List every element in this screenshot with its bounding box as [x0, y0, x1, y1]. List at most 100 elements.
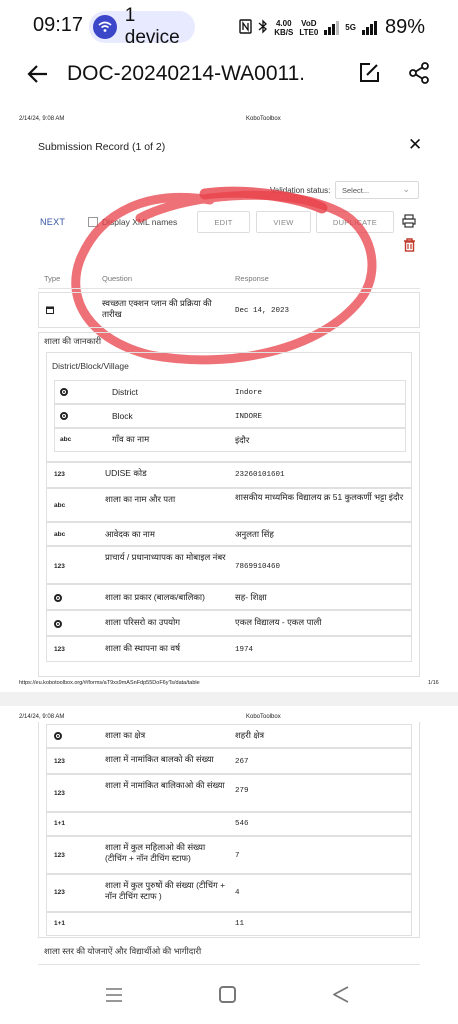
question-est-year: शाला की स्थापना का वर्ष [105, 643, 181, 653]
table-row [46, 522, 412, 546]
edit-button[interactable]: EDIT [197, 211, 250, 233]
print-brand: KoboToolbox [246, 116, 281, 122]
number-type-icon: 123 [54, 563, 65, 570]
response-block: INDORE [235, 413, 263, 421]
nfc-icon [239, 18, 252, 37]
page-gap [0, 692, 458, 706]
response-date: Dec 14, 2023 [235, 307, 290, 315]
question-school-name: शाला का नाम और पता [105, 494, 176, 504]
home-icon[interactable] [219, 986, 236, 1003]
question-female-staff: शाला में कुल महिलाओ की संख्या (टीचिंग + … [105, 842, 206, 863]
document-title: DOC-20240214-WA0011. [67, 62, 303, 85]
response-boys: 267 [235, 758, 249, 766]
response-campus-use: एकल विद्यालय - एकल पाली [235, 617, 322, 627]
question-udise: UDISE कोड [105, 468, 147, 478]
response-girls: 279 [235, 787, 249, 795]
response-school-type: सह- शिक्षा [235, 592, 267, 602]
display-xml-label: Display XML names [102, 217, 178, 227]
calculate-type-icon: 1+1 [54, 820, 66, 827]
table-row [46, 748, 412, 774]
response-female-staff: 7 [235, 852, 240, 860]
question-boys: शाला में नामांकित बालको की संख्या [105, 754, 214, 764]
table-row [46, 610, 412, 636]
question-district: District [112, 387, 138, 397]
duplicate-button[interactable]: DUPLICATE [316, 211, 394, 233]
back-triangle-icon[interactable] [332, 985, 350, 1004]
response-applicant: अनुलता सिंह [235, 529, 274, 539]
table-row [46, 836, 412, 874]
net-speed: 4.00 KB/S [274, 18, 294, 37]
question-block: Block [112, 411, 133, 421]
validation-status-label: Validation status: [270, 186, 331, 195]
header-divider [38, 288, 420, 289]
response-school-name: शासकीय माध्यमिक विद्यालय क्र 51 कुलकर्णी… [235, 492, 404, 502]
connected-device-pill[interactable]: 1 device [89, 5, 195, 48]
text-type-icon: abc [54, 531, 66, 538]
question-campus-use: शाला परिसरो का उपयोग [105, 617, 181, 627]
back-arrow-icon[interactable] [26, 62, 50, 86]
trash-icon[interactable] [403, 238, 416, 252]
number-type-icon: 123 [54, 646, 65, 653]
recent-apps-icon[interactable] [105, 986, 123, 1004]
col-question: Question [102, 274, 133, 283]
print-date: 2/14/24, 9:08 AM [19, 116, 65, 122]
response-udise: 23260101601 [235, 471, 285, 479]
response-village: इंदौर [235, 435, 250, 445]
view-button[interactable]: VIEW [256, 211, 311, 233]
system-icons: 4.00 KB/S VoD LTE0 5G 89% [239, 16, 425, 39]
number-type-icon: 123 [54, 758, 65, 765]
question-school-type: शाला का प्रकार (बालक/बालिका) [105, 592, 205, 602]
select-one-icon [54, 732, 62, 740]
status-bar: 09:17 1 device 4.00 KB/S VoD LTE0 5G 89% [0, 0, 458, 56]
app-bar: DOC-20240214-WA0011. [0, 56, 458, 96]
number-type-icon: 123 [54, 790, 65, 797]
text-type-icon: abc [54, 502, 66, 509]
question-girls: शाला में नामांकित बालिकाओ की संख्या [105, 780, 225, 790]
wifi-hotspot-icon [93, 15, 117, 39]
response-area: शहरी क्षेत्र [235, 730, 265, 740]
footer-url: https://eu.kobotoolbox.org/#/forms/aT9xs… [19, 680, 200, 686]
device-count-label: 1 device [124, 5, 180, 48]
calendar-icon [46, 306, 54, 314]
display-xml-checkbox[interactable] [88, 217, 98, 227]
print-icon[interactable] [402, 214, 416, 228]
footer-page-number: 1/16 [428, 680, 439, 686]
select-one-icon [60, 412, 68, 420]
volte-indicator: VoD LTE0 [299, 18, 319, 37]
table-row [54, 380, 406, 404]
question-applicant: आवेदक का नाम [105, 529, 155, 539]
group-title-location: District/Block/Village [52, 361, 129, 371]
close-icon[interactable]: ✕ [408, 135, 422, 155]
select-one-icon [54, 594, 62, 602]
col-type: Type [44, 274, 61, 283]
print-brand: KoboToolbox [246, 714, 281, 720]
question-village: गाँव का नाम [112, 434, 150, 444]
table-row [46, 724, 412, 748]
response-total-staff: 11 [235, 920, 245, 928]
table-row [46, 636, 412, 662]
group-divider [38, 964, 420, 965]
edit-icon[interactable] [358, 62, 380, 84]
question-date: स्वच्छता एक्शन प्लान की प्रक्रिया की तार… [102, 298, 212, 319]
table-row [46, 462, 412, 488]
table-row [46, 812, 412, 836]
share-icon[interactable] [408, 62, 430, 84]
table-row [54, 428, 406, 452]
validation-status-select[interactable]: Select... ⌄ [335, 181, 419, 199]
group-title-school: शाला की जानकारी [44, 336, 102, 346]
response-mobile: 7869910460 [235, 563, 281, 571]
question-male-staff: शाला में कुल पुरुषों की संख्या (टीचिंग +… [105, 880, 226, 901]
response-est-year: 1974 [235, 646, 254, 654]
number-type-icon: 123 [54, 852, 65, 859]
signal-bars-2-icon [361, 20, 377, 35]
chevron-down-icon: ⌄ [402, 184, 410, 194]
select-one-icon [60, 388, 68, 396]
table-row [46, 874, 412, 912]
next-button[interactable]: NEXT [40, 217, 65, 227]
number-type-icon: 123 [54, 471, 65, 478]
response-male-staff: 4 [235, 889, 240, 897]
pdf-page-1: 2/14/24, 9:08 AM KoboToolbox Submission … [0, 110, 458, 690]
response-district: Indore [235, 389, 263, 397]
table-row [46, 584, 412, 610]
table-row [38, 292, 420, 328]
